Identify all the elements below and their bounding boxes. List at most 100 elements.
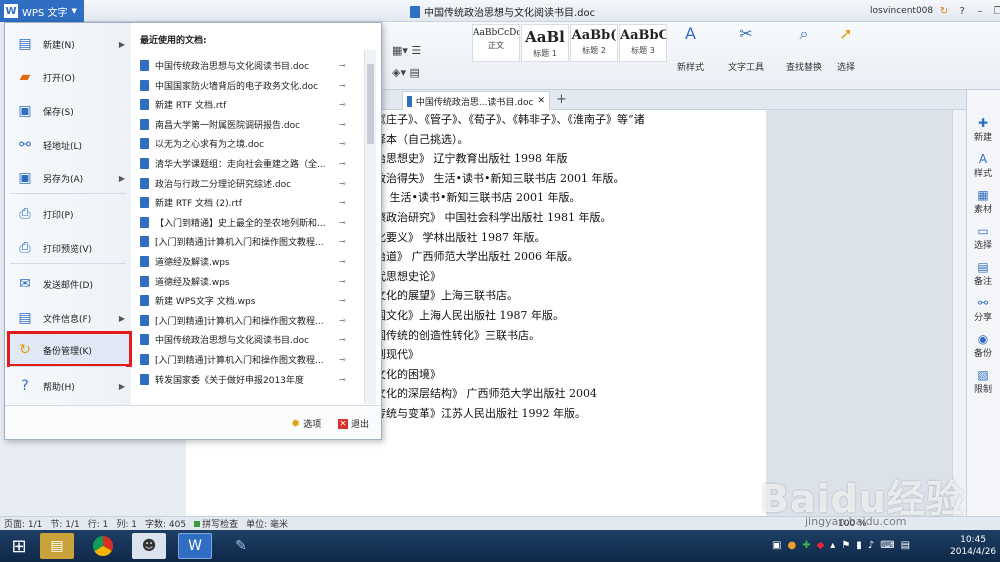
minimize-icon[interactable]: – [973,4,987,18]
recent-docs-scrollbar[interactable] [364,50,376,404]
new-style-button[interactable]: A 新样式 [677,22,704,73]
pin-icon[interactable]: ⊸ [339,120,346,129]
user-name[interactable]: losvincent008 [870,6,933,16]
text-tools-button[interactable]: ✂ 文字工具 [728,22,764,73]
pin-icon[interactable]: ⊸ [339,335,346,344]
menu-item-mail[interactable]: ✉ 发送邮件(D) [5,268,131,300]
tray-monitor-icon[interactable]: ▣ [772,540,781,551]
exit-button[interactable]: ✕ 退出 [338,417,369,430]
pin-icon[interactable]: ⊸ [339,81,346,90]
pin-icon[interactable]: ⊸ [339,277,346,286]
menu-item-print-preview[interactable]: ⎙ 打印预览(V) [5,232,131,264]
sidebar-item-5[interactable]: ▤ 备注 [967,260,999,287]
pin-icon[interactable]: ⊸ [339,159,346,168]
recent-doc-item[interactable]: 道德经及解读.wps ⊸ [140,252,360,271]
menu-item-open-folder[interactable]: ▰ 打开(O) [5,61,131,93]
sidebar-item-2[interactable]: A 样式 [967,152,999,179]
sidebar-item-8[interactable]: ▧ 限制 [967,368,999,395]
tray-ime-icon[interactable]: ▤ [901,540,910,551]
sidebar-item-7[interactable]: ◉ 备份 [967,332,999,359]
pin-icon[interactable]: ⊸ [339,139,346,148]
recent-doc-item[interactable]: 新建 RTF 文档.rtf ⊸ [140,95,360,114]
file-explorer-icon[interactable]: ▤ [40,533,74,559]
recent-doc-item[interactable]: 【入门到精通】史上最全的圣农地列斯和... ⊸ [140,213,360,232]
sidebar-item-4[interactable]: ▭ 选择 [967,224,999,251]
help-icon[interactable]: ? [955,4,969,18]
qq-pet-icon[interactable]: ☻ [132,533,166,559]
style-heading-1[interactable]: AaBl 标题 1 [521,24,569,62]
pin-icon[interactable]: ⊸ [339,198,346,207]
menu-item-save[interactable]: ▣ 保存(S) [5,95,131,127]
recent-doc-item[interactable]: 中国传统政治思想与文化阅读书目.doc ⊸ [140,330,360,349]
windows-start-icon[interactable]: ⊞ [6,533,32,559]
menu-item-help[interactable]: ? 帮助(H) ▶ [5,370,131,402]
wps-menu-button[interactable]: W WPS 文字 ▼ [0,0,84,22]
recent-doc-item[interactable]: 中国传统政治思想与文化阅读书目.doc ⊸ [140,56,360,75]
select-button[interactable]: ➚ 选择 [836,22,856,73]
taskbar-clock[interactable]: 10:45 2014/4/26 [950,534,996,558]
recent-doc-item[interactable]: 新建 RTF 文档 (2).rtf ⊸ [140,193,360,212]
scroll-thumb[interactable] [367,64,374,144]
pin-icon[interactable]: ⊸ [339,257,346,266]
recent-doc-item[interactable]: 转发国家委《关于做好申报2013年度 ⊸ [140,370,360,389]
find-replace-button[interactable]: ⌕ 查找替换 [786,22,822,73]
document-tab[interactable]: 中国传统政治思...读书目.doc ✕ [402,91,550,110]
tray-flag-icon[interactable]: ⚑ [841,540,850,551]
chrome-icon[interactable] [86,533,120,559]
recent-doc-item[interactable]: 中国国家防火墙背后的电子政务文化.doc ⊸ [140,76,360,95]
status-words[interactable]: 字数: 405 [145,517,186,530]
tray-expand-icon[interactable]: ▴ [830,540,835,551]
menu-item-save-as[interactable]: ▣ 另存为(A) ▶ [5,162,131,194]
menu-item-print[interactable]: ⎙ 打印(P) [5,198,131,230]
paragraph-tools[interactable]: ▦▾ ☰ [392,44,421,57]
recent-doc-item[interactable]: [入门到精通]计算机入门和操作图文教程... ⊸ [140,232,360,251]
shading-tools[interactable]: ◈▾ ▤ [392,66,420,79]
status-unit[interactable]: 单位: 毫米 [246,517,288,530]
new-tab-icon[interactable]: + [556,92,567,107]
recent-doc-item[interactable]: 清华大学课题组：走向社会重建之路（全... ⊸ [140,154,360,173]
sidebar-item-1[interactable]: ✚ 新建 [967,116,999,143]
recent-doc-item[interactable]: 以无为之心求有为之境.doc ⊸ [140,134,360,153]
recent-doc-item[interactable]: 政治与行政二分理论研究综述.doc ⊸ [140,174,360,193]
tray-network-icon[interactable]: ▮ [856,540,862,551]
document-scrollbar[interactable] [952,110,966,516]
spell-check-toggle[interactable]: 拼写检查 [194,517,238,530]
document-line: 文化的深层结构》 广西师范大学出版社 2004 [375,387,597,401]
pin-icon[interactable]: ⊸ [339,61,346,70]
doc-file-icon [140,275,149,287]
tray-plus-icon[interactable]: ✚ [802,540,810,551]
sidebar-item-3[interactable]: ▦ 素材 [967,188,999,215]
tab-close-icon[interactable]: ✕ [537,96,545,106]
style-normal[interactable]: AaBbCcDd 正文 [472,24,520,62]
pin-icon[interactable]: ⊸ [339,375,346,384]
recent-doc-item[interactable]: [入门到精通]计算机入门和操作图文教程... ⊸ [140,350,360,369]
pin-icon[interactable]: ⊸ [339,355,346,364]
options-button[interactable]: ✹ 选项 [291,417,321,430]
pin-icon[interactable]: ⊸ [339,179,346,188]
notepad-icon[interactable]: ✎ [224,533,258,559]
pin-icon[interactable]: ⊸ [339,218,346,227]
style-heading-3[interactable]: AaBbC 标题 3 [619,24,667,62]
menu-item-file-info[interactable]: ▤ 文件信息(F) ▶ [5,302,131,334]
menu-item-link[interactable]: ⚯ 轻地址(L) [5,129,131,161]
style-heading-2[interactable]: AaBb( 标题 2 [570,24,618,62]
recent-doc-item[interactable]: [入门到精通]计算机入门和操作图文教程... ⊸ [140,311,360,330]
recent-doc-item[interactable]: 新建 WPS文字 文档.wps ⊸ [140,291,360,310]
tray-wps-icon[interactable]: ◆ [817,540,825,551]
wps-writer-taskbar-icon[interactable]: W [178,533,212,559]
menu-item-new-doc[interactable]: ▤ 新建(N) ▶ [5,28,131,60]
pin-icon[interactable]: ⊸ [339,296,346,305]
restore-icon[interactable]: ❐ [991,4,1000,18]
recent-doc-item[interactable]: 南昌大学第一附属医院调研报告.doc ⊸ [140,115,360,134]
tray-keyboard-icon[interactable]: ⌨ [880,540,894,551]
tray-volume-icon[interactable]: ♪ [868,540,874,551]
refresh-icon[interactable]: ↻ [937,4,951,18]
wps-menu-label: WPS 文字 [22,7,68,19]
pin-icon[interactable]: ⊸ [339,237,346,246]
tray-antivirus-icon[interactable]: ● [787,540,796,551]
pin-icon[interactable]: ⊸ [339,100,346,109]
menu-item-backup[interactable]: ↻ 备份管理(K) [5,334,131,366]
pin-icon[interactable]: ⊸ [339,316,346,325]
recent-doc-item[interactable]: 道德经及解读.wps ⊸ [140,272,360,291]
sidebar-item-6[interactable]: ⚯ 分享 [967,296,999,323]
